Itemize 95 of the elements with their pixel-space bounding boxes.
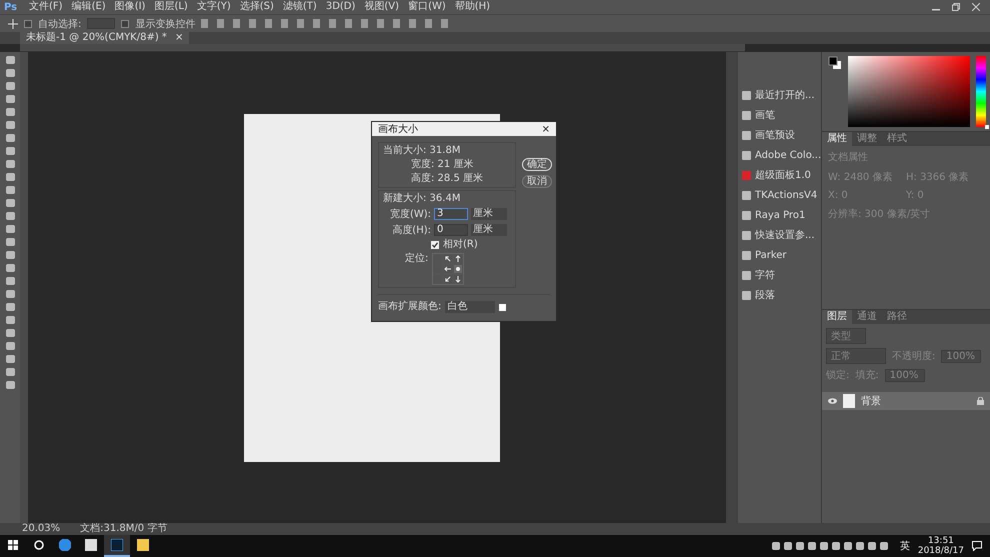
menu-item[interactable]: 窗口(W) [408,0,446,14]
color-swatch[interactable] [499,304,506,310]
current-width: 宽度: 21 厘米 [410,159,474,171]
dialog-button[interactable]: 取消 [522,175,552,188]
size-input[interactable]: 3 [434,208,468,220]
current-height: 高度: 28.5 厘米 [410,173,484,185]
app-logo: Ps [4,2,18,12]
taskbar-app[interactable] [104,535,130,557]
arrow-icon [454,275,462,283]
new-size: 新建大小: 36.4M [383,193,462,205]
show-transform-label: 显示变换控件 [135,18,196,30]
panel-icon [742,130,751,140]
input-method[interactable]: 英 [900,539,910,553]
dock-item[interactable]: 段落 [738,286,821,304]
menu-item[interactable]: 3D(D) [326,0,356,14]
current-size: 当前大小: 31.8M [383,145,462,157]
search-icon [34,540,44,550]
menu-item[interactable]: 滤镜(T) [282,0,317,14]
document-info: 文档:31.8M/0 字节 [80,523,168,535]
panel-tab[interactable]: 样式 [882,132,912,146]
restore-icon[interactable] [952,3,960,11]
anchor-grid[interactable] [432,253,464,285]
eye-icon[interactable] [828,398,837,404]
unit-dropdown[interactable]: 厘米 [471,224,507,236]
field-label: 宽度(W): [388,208,431,221]
dock-item[interactable]: 最近打开的... [738,86,821,104]
layer-name: 背景 [861,394,882,408]
unit-dropdown[interactable]: 厘米 [471,208,507,220]
panel-tab[interactable]: 通道 [852,310,882,324]
field-label: 高度(H): [391,224,431,237]
menu-item[interactable]: 文件(F) [29,0,63,14]
anchor-dot-icon [456,267,460,271]
arrow-icon [444,255,452,263]
panel-tab[interactable]: 图层 [822,310,852,324]
panel-icon [742,110,751,120]
menu-item[interactable]: 编辑(E) [72,0,106,14]
windows-icon [8,540,18,550]
dock-item[interactable]: 字符 [738,266,821,284]
extension-dropdown[interactable]: 白色 [445,301,496,313]
edge-icon [59,539,71,551]
panel-tab[interactable]: 属性 [822,132,852,146]
layer-row[interactable]: 背景 [822,392,990,410]
panel-icon [742,90,751,100]
dialog-close[interactable]: × [542,124,550,134]
show-transform-checkbox[interactable] [121,20,130,28]
size-input[interactable]: 0 [434,224,468,236]
calculator-icon [85,539,97,551]
photoshop-icon [111,539,123,551]
document-tab[interactable]: 未标题-1 @ 20%(CMYK/8#) * × [20,32,190,44]
color-swatches-icon[interactable] [828,56,842,70]
notification-icon[interactable] [972,541,982,551]
move-tool-icon[interactable] [8,18,18,28]
arrow-icon [454,255,462,263]
panel-tab[interactable]: 调整 [852,132,882,146]
panel-tab[interactable]: 路径 [882,310,912,324]
dock-item[interactable]: Raya Pro1 [738,206,821,224]
panel-icon [742,290,751,300]
dialog-title: 画布大小 [378,122,418,136]
menu-item[interactable]: 图像(I) [114,0,146,14]
dock-item[interactable]: 快速设置参... [738,226,821,244]
anchor-label: 定位: [405,253,428,266]
auto-select-label: 自动选择: [38,18,82,30]
dock-item[interactable]: 画笔预设 [738,126,821,144]
panel-icon [742,170,751,180]
menu-item[interactable]: 选择(S) [240,0,274,14]
dialog-button[interactable]: 确定 [522,158,552,171]
menu-item[interactable]: 视图(V) [364,0,400,14]
menu-item[interactable]: 文字(Y) [196,0,231,14]
arrow-icon [444,265,452,273]
dock-item[interactable]: 画笔 [738,106,821,124]
hue-slider[interactable] [976,56,986,127]
panel-icon [742,150,751,160]
panel-icon [742,270,751,280]
panel-icon [742,230,751,240]
hue-marker[interactable] [985,125,989,129]
color-picker-field[interactable] [848,56,970,127]
zoom-level: 20.03% [22,523,60,535]
dock-item[interactable]: Adobe Colo... [738,146,821,164]
auto-select-checkbox[interactable] [24,20,32,28]
dock-item[interactable]: 超级面板1.0 [738,166,821,184]
panel-icon [742,190,751,200]
menu-item[interactable]: 帮助(H) [454,0,490,14]
dock-item[interactable]: Parker [738,246,821,264]
clock[interactable]: 13:51 2018/8/17 [918,536,964,556]
folder-icon [137,539,149,551]
relative-checkbox[interactable] [431,241,439,249]
extension-label: 画布扩展颜色: [378,301,442,313]
arrow-icon [444,275,452,283]
relative-label: 相对(R) [443,239,478,251]
panel-icon [742,210,751,220]
layer-thumbnail [843,394,855,408]
menu-item[interactable]: 图层(L) [154,0,188,14]
panel-icon [742,250,751,260]
dock-item[interactable]: TKActionsV4 [738,186,821,204]
close-icon[interactable] [972,3,980,11]
